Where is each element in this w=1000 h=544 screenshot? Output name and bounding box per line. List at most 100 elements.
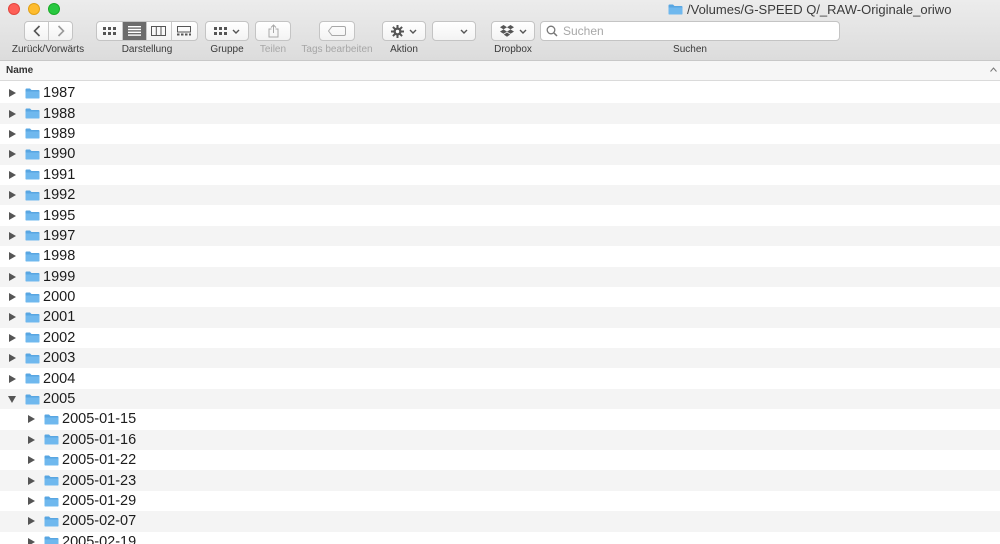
list-item[interactable]: 1998 bbox=[0, 246, 1000, 266]
disclosure-triangle-right-icon[interactable] bbox=[8, 150, 16, 159]
disclosure-triangle-right-icon[interactable] bbox=[8, 191, 16, 200]
gear-icon bbox=[391, 24, 404, 38]
chevron-down-icon bbox=[409, 29, 417, 34]
list-item[interactable]: 2005-01-16 bbox=[0, 429, 1000, 451]
list-item[interactable]: 1990 bbox=[0, 144, 1000, 165]
list-item[interactable]: 2004 bbox=[0, 368, 1000, 388]
list-item[interactable]: 1992 bbox=[0, 184, 1000, 206]
disclosure-triangle-right-icon[interactable] bbox=[8, 252, 16, 261]
folder-name: 1999 bbox=[43, 268, 76, 285]
list-item[interactable]: 2002 bbox=[0, 328, 1000, 348]
folder-icon bbox=[25, 271, 40, 282]
toolbar: /Volumes/G-SPEED Q/_RAW-Originale_oriwo bbox=[0, 0, 1000, 61]
extra-dropdown-button[interactable] bbox=[432, 21, 476, 41]
list-item[interactable]: 2005-02-19 bbox=[0, 532, 1000, 544]
gallery-view-button[interactable] bbox=[172, 22, 197, 40]
folder-icon bbox=[25, 190, 40, 201]
list-item[interactable]: 2003 bbox=[0, 348, 1000, 369]
search-field[interactable] bbox=[540, 21, 840, 41]
disclosure-triangle-right-icon[interactable] bbox=[8, 170, 16, 179]
folder-icon bbox=[25, 108, 40, 119]
folder-name: 1991 bbox=[43, 166, 76, 183]
disclosure-triangle-down-icon[interactable] bbox=[8, 395, 16, 403]
folder-icon bbox=[44, 516, 59, 527]
disclosure-triangle-right-icon[interactable] bbox=[27, 435, 35, 444]
search-input[interactable] bbox=[563, 24, 813, 38]
disclosure-triangle-right-icon[interactable] bbox=[8, 129, 16, 138]
disclosure-triangle-right-icon[interactable] bbox=[27, 497, 35, 505]
folder-name: 2000 bbox=[43, 289, 76, 306]
action-button[interactable] bbox=[382, 21, 426, 41]
share-label: Teilen bbox=[259, 44, 287, 55]
folder-name: 2004 bbox=[43, 370, 76, 387]
back-button[interactable] bbox=[25, 22, 49, 40]
icon-view-button[interactable] bbox=[97, 22, 123, 40]
disclosure-triangle-right-icon[interactable] bbox=[8, 231, 16, 240]
folder-icon bbox=[44, 496, 59, 506]
disclosure-triangle-right-icon[interactable] bbox=[8, 89, 16, 98]
tags-label: Tags bearbeiten bbox=[301, 44, 373, 55]
dropbox-icon bbox=[499, 25, 514, 37]
group-button[interactable] bbox=[205, 21, 249, 41]
list-item[interactable]: 1997 bbox=[0, 225, 1000, 247]
disclosure-triangle-right-icon[interactable] bbox=[8, 354, 16, 363]
view-label: Darstellung bbox=[121, 44, 173, 55]
list-item[interactable]: 2005-01-15 bbox=[0, 409, 1000, 429]
disclosure-triangle-right-icon[interactable] bbox=[8, 313, 16, 322]
zoom-window-button[interactable] bbox=[48, 3, 60, 15]
column-view-button[interactable] bbox=[147, 22, 172, 40]
disclosure-triangle-right-icon[interactable] bbox=[8, 109, 16, 118]
list-item[interactable]: 2005 bbox=[0, 388, 1000, 410]
share-button[interactable] bbox=[255, 21, 291, 41]
folder-name: 1992 bbox=[43, 187, 76, 204]
list-item[interactable]: 2005-01-23 bbox=[0, 470, 1000, 491]
list-item[interactable]: 1988 bbox=[0, 103, 1000, 124]
chevron-down-icon bbox=[232, 29, 240, 34]
folder-icon bbox=[25, 210, 40, 221]
list-item[interactable]: 1999 bbox=[0, 266, 1000, 287]
folder-icon bbox=[44, 536, 59, 544]
disclosure-triangle-right-icon[interactable] bbox=[8, 333, 16, 342]
forward-button[interactable] bbox=[49, 22, 72, 40]
list-view-button[interactable] bbox=[122, 22, 148, 40]
close-window-button[interactable] bbox=[8, 3, 20, 15]
list-item[interactable]: 2005-02-07 bbox=[0, 511, 1000, 532]
folder-icon bbox=[44, 455, 59, 466]
folder-icon bbox=[25, 88, 40, 99]
folder-icon bbox=[25, 292, 40, 303]
folder-name: 1995 bbox=[43, 207, 76, 224]
folder-name: 2005-01-29 bbox=[62, 493, 137, 509]
minimize-window-button[interactable] bbox=[28, 3, 40, 15]
folder-name: 1998 bbox=[43, 248, 76, 265]
disclosure-triangle-right-icon[interactable] bbox=[8, 374, 16, 383]
list-item[interactable]: 1987 bbox=[0, 83, 1000, 103]
disclosure-triangle-right-icon[interactable] bbox=[27, 415, 35, 424]
list-item[interactable]: 2000 bbox=[0, 287, 1000, 307]
edit-tags-button[interactable] bbox=[319, 21, 355, 41]
list-item[interactable]: 2001 bbox=[0, 307, 1000, 328]
disclosure-triangle-right-icon[interactable] bbox=[27, 476, 35, 485]
columns-icon bbox=[151, 26, 167, 36]
window-title: /Volumes/G-SPEED Q/_RAW-Originale_oriwo bbox=[668, 0, 951, 18]
disclosure-triangle-right-icon[interactable] bbox=[8, 211, 16, 220]
folder-name: 2001 bbox=[43, 309, 76, 326]
chevron-up-icon bbox=[990, 67, 997, 72]
share-icon bbox=[268, 24, 278, 38]
list-item[interactable]: 1991 bbox=[0, 165, 1000, 185]
disclosure-triangle-right-icon[interactable] bbox=[27, 537, 35, 544]
list-item[interactable]: 2005-01-22 bbox=[0, 450, 1000, 470]
folder-icon bbox=[668, 4, 683, 14]
list-item[interactable]: 1989 bbox=[0, 124, 1000, 144]
column-header-name[interactable]: Name bbox=[6, 65, 33, 76]
search-icon bbox=[546, 25, 558, 37]
list-item[interactable]: 1995 bbox=[0, 205, 1000, 225]
folder-name: 1990 bbox=[43, 146, 76, 163]
folder-name: 1987 bbox=[43, 85, 76, 102]
disclosure-triangle-right-icon[interactable] bbox=[27, 456, 35, 465]
disclosure-triangle-right-icon[interactable] bbox=[8, 293, 16, 302]
dropbox-button[interactable] bbox=[491, 21, 535, 41]
disclosure-triangle-right-icon[interactable] bbox=[8, 272, 16, 281]
list-item[interactable]: 2005-01-29 bbox=[0, 491, 1000, 511]
disclosure-triangle-right-icon[interactable] bbox=[27, 517, 35, 526]
folder-icon bbox=[25, 332, 40, 343]
